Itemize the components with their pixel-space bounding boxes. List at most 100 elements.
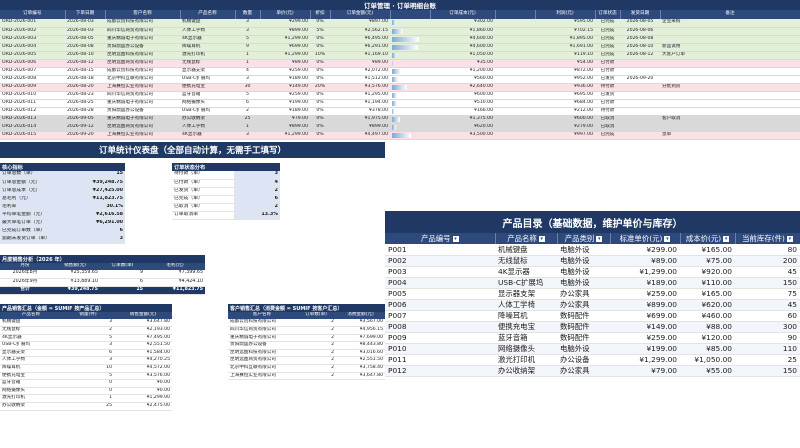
ledger-cell[interactable]: 2026-08-25 xyxy=(65,99,105,108)
catalog-cell[interactable]: ¥1,050.00 xyxy=(680,354,735,366)
catalog-cell[interactable]: ¥88.00 xyxy=(680,321,735,333)
prod-summary-cell[interactable]: 5 xyxy=(62,372,114,381)
ledger-cell[interactable]: 待付款 xyxy=(595,107,620,116)
ledger-cell[interactable]: 昆明远图科技有限公司 xyxy=(105,51,180,60)
catalog-col-header[interactable]: 产品名称 ▾ xyxy=(495,233,558,244)
ledger-cell[interactable]: ¥1,975.00 xyxy=(330,115,390,124)
ledger-cell[interactable]: 2026-08-12 xyxy=(620,51,660,60)
ledger-cell[interactable] xyxy=(495,115,535,124)
ledger-cell[interactable]: ¥1,295.00 xyxy=(330,91,390,100)
status-value[interactable]: 4 xyxy=(234,179,280,188)
catalog-cell[interactable]: ¥110.00 xyxy=(680,277,735,289)
ledger-cell[interactable]: 0% xyxy=(310,107,330,116)
ledger-cell[interactable]: ¥3,576.00 xyxy=(330,83,390,92)
cust-summary-cell[interactable]: ¥3,647.80 xyxy=(336,372,385,381)
catalog-cell[interactable]: 机械键盘 xyxy=(495,244,557,256)
catalog-cell[interactable]: ¥920.00 xyxy=(680,266,735,278)
catalog-cell[interactable]: ¥259.00 xyxy=(610,288,680,300)
ledger-cell[interactable]: 3 xyxy=(235,27,260,36)
ledger-cell[interactable]: ¥199.00 xyxy=(260,99,310,108)
ledger-cell[interactable] xyxy=(660,35,800,44)
ledger-cell[interactable]: ¥897.00 xyxy=(330,19,390,28)
prod-summary-cell[interactable]: ¥2,551.50 xyxy=(114,341,172,350)
catalog-cell[interactable]: 80 xyxy=(735,244,800,256)
ledger-cell[interactable] xyxy=(495,83,535,92)
ledger-cell[interactable]: 0% xyxy=(310,59,330,68)
cust-summary-cell[interactable]: ¥3,567.00 xyxy=(336,319,385,328)
cust-summary-cell[interactable]: 2 xyxy=(296,372,336,381)
ledger-cell[interactable]: 已完成 xyxy=(595,27,620,36)
ledger-cell[interactable]: ¥259.00 xyxy=(260,67,310,76)
ledger-cell[interactable]: 3 xyxy=(235,19,260,28)
catalog-cell[interactable]: 数码配件 xyxy=(557,332,610,344)
catalog-cell[interactable]: 数码配件 xyxy=(557,310,610,322)
ledger-cell[interactable]: ¥4,497.00 xyxy=(330,131,390,140)
ledger-col-header[interactable]: 订单金额(元) xyxy=(330,10,391,19)
cust-summary-cell[interactable]: ¥2,551.50 xyxy=(336,356,385,366)
kpi-value[interactable]: ¥11,823.75 xyxy=(72,195,125,204)
ledger-col-header[interactable]: 客户名称 xyxy=(105,10,181,19)
catalog-cell[interactable]: 电脑外设 xyxy=(557,343,610,355)
catalog-cell[interactable]: 人体工学椅 xyxy=(495,299,557,311)
ledger-cell[interactable]: 已付款 xyxy=(595,59,620,68)
cust-summary-cell[interactable]: 2 xyxy=(296,319,336,328)
catalog-cell[interactable]: ¥165.00 xyxy=(680,288,735,300)
catalog-row[interactable]: P001 机械键盘 电脑外设 ¥299.00 ¥165.00 80 xyxy=(385,244,800,256)
ledger-cell[interactable]: 贵阳鼎盛办公设备 xyxy=(105,107,180,116)
ledger-cell[interactable]: ORD-2026-006 xyxy=(0,59,65,68)
ledger-cell[interactable] xyxy=(390,107,430,116)
ledger-cell[interactable]: 激光打印机 xyxy=(180,51,235,60)
prod-summary-cell[interactable]: 人体工学椅 xyxy=(0,356,62,366)
ledger-cell[interactable]: 2026-08-18 xyxy=(65,75,105,84)
catalog-cell[interactable]: 150 xyxy=(735,277,800,289)
ledger-cell[interactable]: 已完成 xyxy=(595,43,620,52)
catalog-cell[interactable]: ¥89.00 xyxy=(610,255,680,267)
catalog-row[interactable]: P003 4K显示器 电脑外设 ¥1,299.00 ¥920.00 45 xyxy=(385,266,800,278)
ledger-cell[interactable]: ¥299.00 xyxy=(260,19,310,28)
ledger-cell[interactable]: 5% xyxy=(310,27,330,36)
ledger-cell[interactable]: 1 xyxy=(235,51,260,60)
ledger-cell[interactable]: ¥595.00 xyxy=(535,19,595,28)
ledger-cell[interactable] xyxy=(620,131,660,140)
ledger-cell[interactable]: 2026-08-23 xyxy=(65,91,105,100)
cust-summary-cell[interactable]: 2 xyxy=(296,326,336,335)
ledger-cell[interactable]: 2026-08-08 xyxy=(620,35,660,44)
ledger-cell[interactable] xyxy=(495,35,535,44)
ledger-cell[interactable]: ¥899.00 xyxy=(260,27,310,36)
ledger-cell[interactable] xyxy=(390,99,430,108)
ledger-cell[interactable]: ¥189.00 xyxy=(260,107,310,116)
catalog-row[interactable]: P002 无线鼠标 电脑外设 ¥89.00 ¥75.00 200 xyxy=(385,255,800,267)
catalog-cell[interactable]: 无线鼠标 xyxy=(495,255,557,267)
catalog-col-header[interactable]: 标准单价(元) ▾ xyxy=(610,233,681,244)
ledger-cell[interactable]: ¥1,299.00 xyxy=(260,131,310,140)
monthly-cell[interactable]: 15 xyxy=(100,286,145,295)
ledger-cell[interactable] xyxy=(390,123,430,132)
prod-summary-cell[interactable]: 降噪耳机 xyxy=(0,364,62,373)
catalog-cell[interactable]: 网络摄像头 xyxy=(495,343,557,355)
ledger-cell[interactable]: 20% xyxy=(310,83,330,92)
prod-summary-cell[interactable]: ¥4,270.25 xyxy=(114,356,172,366)
kpi-value[interactable]: ¥6,291.00 xyxy=(72,219,125,228)
ledger-col-header[interactable]: 下单日期 xyxy=(65,10,106,19)
cust-summary-cell[interactable]: 2 xyxy=(296,341,336,350)
ledger-cell[interactable]: 已完成 xyxy=(595,35,620,44)
ledger-cell[interactable]: ORD-2026-012 xyxy=(0,107,65,116)
prod-summary-cell[interactable]: 6 xyxy=(62,349,114,358)
catalog-cell[interactable]: ¥199.00 xyxy=(610,343,680,355)
ledger-cell[interactable]: ¥279.00 xyxy=(535,123,595,132)
cust-summary-cell[interactable]: 四川华信商贸有限公司 xyxy=(228,326,296,335)
catalog-cell[interactable]: P002 xyxy=(385,255,495,267)
ledger-cell[interactable]: ORD-2026-003 xyxy=(0,35,65,44)
ledger-cell[interactable]: ¥1,512.00 xyxy=(330,75,390,84)
ledger-cell[interactable]: ¥560.00 xyxy=(430,75,495,84)
ledger-cell[interactable]: ¥997.00 xyxy=(535,131,595,140)
ledger-cell[interactable]: ¥600.00 xyxy=(535,115,595,124)
catalog-cell[interactable]: ¥899.00 xyxy=(610,299,680,311)
ledger-cell[interactable] xyxy=(495,107,535,116)
ledger-row[interactable]: ORD-2026-009 2026-08-20 上海赛恒实业有限公司 便携充电宝 30 ¥… xyxy=(0,83,800,92)
prod-summary-cell[interactable]: 3 xyxy=(62,341,114,350)
catalog-col-header[interactable]: 成本价(元) ▾ xyxy=(680,233,736,244)
ledger-cell[interactable]: USB-C扩展坞 xyxy=(180,75,235,84)
ledger-cell[interactable]: 上海赛恒实业有限公司 xyxy=(105,83,180,92)
ledger-cell[interactable]: ¥79.00 xyxy=(260,115,310,124)
